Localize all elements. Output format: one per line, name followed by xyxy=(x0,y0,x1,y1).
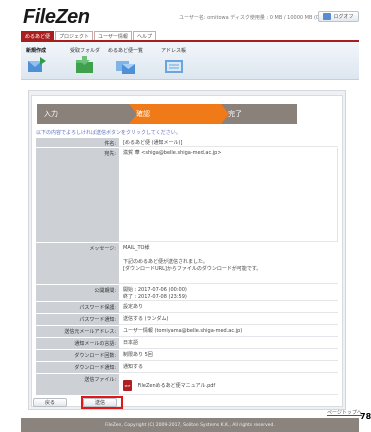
message-value: MAIL_TO様 下記のめるあど便が送信されました。 [ダウンロードURL]から… xyxy=(119,243,338,284)
app-window: FileZen ユーザー名: omitowa ディスク使用量 : 0 MB / … xyxy=(0,0,371,432)
row-to: 宛先: 滋賀 華 <shiga@belle.shiga-med.ac.jp> xyxy=(36,147,338,242)
new-send-icon[interactable] xyxy=(24,55,48,75)
toolbar-address-label[interactable]: アドレス帳 xyxy=(161,47,186,54)
page-top-link[interactable]: ページトップへ xyxy=(327,409,362,416)
period-end: 終了 : 2017-07-08 (23:59) xyxy=(123,294,187,300)
sender-label: 送信元メールアドレス: xyxy=(36,326,119,337)
download-limit-value: 制限あり 5回 xyxy=(119,350,338,361)
password-label: パスワード保護: xyxy=(36,302,119,313)
received-folder-icon[interactable] xyxy=(73,55,97,75)
download-notify-value: 通知する xyxy=(119,362,338,373)
address-book-icon[interactable] xyxy=(162,55,186,75)
toolbar-new-label[interactable]: 新規作成 xyxy=(26,47,46,54)
step-input: 入力 xyxy=(37,104,129,124)
tab-user-info[interactable]: ユーザー情報 xyxy=(94,31,132,40)
message-line-4: [ダウンロードURL]からファイルのダウンロードが可能です。 xyxy=(123,266,262,272)
pdf-file-icon xyxy=(123,380,132,391)
period-label: 公開期間: xyxy=(36,285,119,301)
password-notify-value: 送信する (ランダム) xyxy=(119,314,338,325)
step-confirm: 確認 xyxy=(129,104,221,124)
subject-value: [めるあど便 (通知メール)] xyxy=(119,138,338,147)
tab-project[interactable]: プロジェクト xyxy=(55,31,94,40)
subject-label: 件名: xyxy=(36,138,119,147)
logout-icon xyxy=(323,13,332,20)
footer: FileZen, Copyright (C) 2009-2017, Solito… xyxy=(21,418,359,432)
to-label: 宛先: xyxy=(36,148,119,242)
download-limit-label: ダウンロード回数: xyxy=(36,350,119,361)
file-value: FileZenめるあど便マニュアル.pdf xyxy=(119,374,338,395)
step-arrow-1 xyxy=(129,104,137,124)
row-password: パスワード保護: 設定あり xyxy=(36,301,338,313)
message-label: メッセージ: xyxy=(36,243,119,284)
row-sender: 送信元メールアドレス: ユーザー情報 (tomiyama@belle.shiga… xyxy=(36,325,338,337)
row-language: 通知メールの言語: 日本語 xyxy=(36,337,338,349)
message-line-2 xyxy=(123,252,338,259)
page-number: 78 xyxy=(360,412,371,421)
step-done: 完了 xyxy=(221,104,297,124)
back-button[interactable]: 戻る xyxy=(33,398,67,407)
row-file: 送信ファイル: FileZenめるあど便マニュアル.pdf xyxy=(36,373,338,395)
language-label: 通知メールの言語: xyxy=(36,338,119,349)
confirm-instruction: 以下の内容でよろしければ送信ボタンをクリックしてください。 xyxy=(36,130,181,136)
password-value: 設定あり xyxy=(119,302,338,313)
password-notify-label: パスワード通知: xyxy=(36,314,119,325)
toolbar-received-label[interactable]: 受取フォルダ xyxy=(70,47,100,54)
logout-button[interactable]: ログオフ xyxy=(318,11,359,22)
user-info: ユーザー名: omitowa ディスク使用量 : 0 MB / 10000 MB… xyxy=(179,15,326,21)
send-list-icon[interactable] xyxy=(114,55,138,75)
tab-merado[interactable]: めるあど便 xyxy=(21,31,55,40)
row-subject: 件名: [めるあど便 (通知メール)] xyxy=(36,137,338,147)
filezen-logo: FileZen xyxy=(23,6,90,28)
period-value: 開始 : 2017-07-06 (00:00) 終了 : 2017-07-08 … xyxy=(119,285,338,301)
row-password-notify: パスワード通知: 送信する (ランダム) xyxy=(36,313,338,325)
download-notify-label: ダウンロード通知: xyxy=(36,362,119,373)
main-tabs: めるあど便 プロジェクト ユーザー情報 ヘルプ xyxy=(21,31,156,40)
row-download-notify: ダウンロード通知: 通知する xyxy=(36,361,338,373)
to-value: 滋賀 華 <shiga@belle.shiga-med.ac.jp> xyxy=(119,148,338,242)
logout-label: ログオフ xyxy=(333,14,354,20)
file-name: FileZenめるあど便マニュアル.pdf xyxy=(137,383,216,389)
tab-help[interactable]: ヘルプ xyxy=(132,31,156,40)
row-period: 公開期間: 開始 : 2017-07-06 (00:00) 終了 : 2017-… xyxy=(36,284,338,301)
send-button-highlight xyxy=(81,396,123,409)
file-label: 送信ファイル: xyxy=(36,374,119,395)
message-line-3: 下記のめるあど便が送信されました。 xyxy=(123,259,209,265)
step-arrow-2 xyxy=(221,104,229,124)
toolbar-list-label[interactable]: めるあど便一覧 xyxy=(108,47,143,54)
sender-value: ユーザー情報 (tomiyama@belle.shiga-med.ac.jp) xyxy=(119,326,338,337)
toolbar: 新規作成 受取フォルダ めるあど便一覧 アドレス帳 xyxy=(21,42,359,80)
message-line-1: MAIL_TO様 xyxy=(123,245,150,251)
language-value: 日本語 xyxy=(119,338,338,349)
period-start: 開始 : 2017-07-06 (00:00) xyxy=(123,287,187,293)
row-message: メッセージ: MAIL_TO様 下記のめるあど便が送信されました。 [ダウンロー… xyxy=(36,242,338,284)
row-download-limit: ダウンロード回数: 制限あり 5回 xyxy=(36,349,338,361)
